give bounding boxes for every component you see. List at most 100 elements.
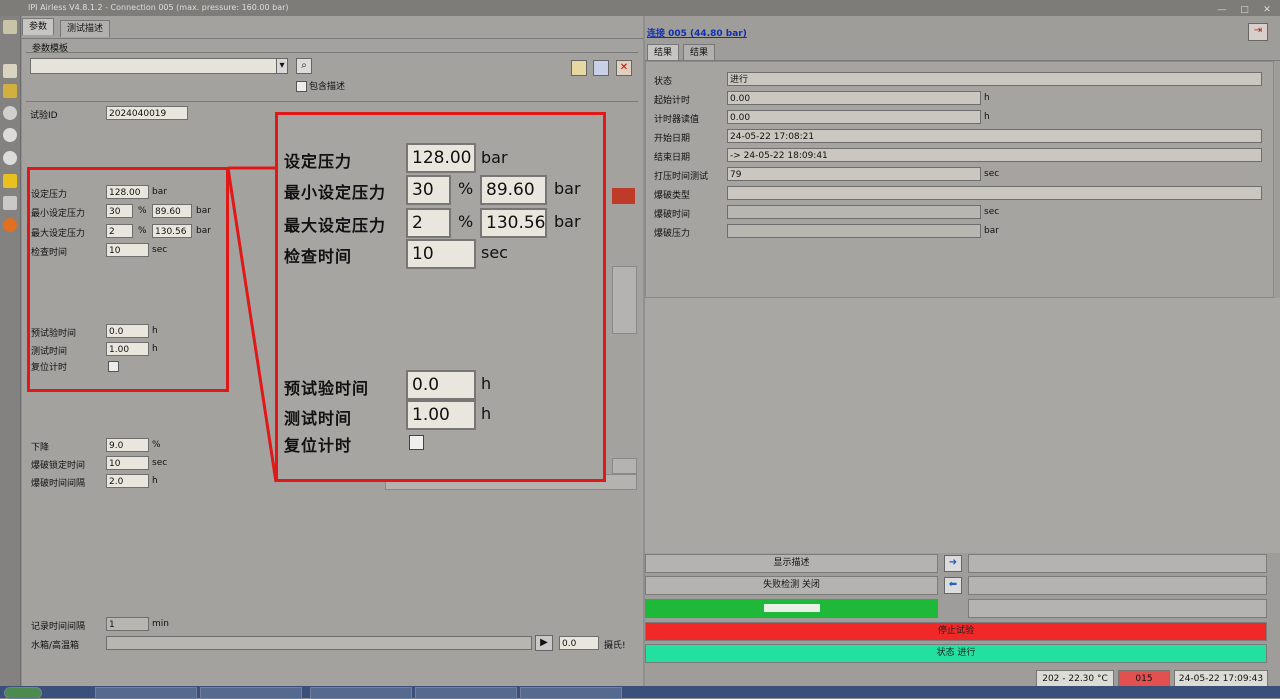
help-icon[interactable]: [3, 196, 17, 210]
stop-test-button[interactable]: 停止试验: [645, 622, 1267, 641]
taskbar-app[interactable]: [95, 687, 197, 699]
zoom-pretest-time-field[interactable]: 0.0: [406, 370, 476, 400]
record-interval-unit: min: [152, 619, 169, 629]
progress-button[interactable]: [645, 599, 938, 618]
taskbar-app[interactable]: [415, 687, 517, 699]
drop-field[interactable]: 9.0: [106, 438, 149, 452]
close-icon[interactable]: ✕: [1260, 5, 1274, 16]
zoom-overlay: 设定压力 128.00 bar 最小设定压力 30 % 89.60 bar 最大…: [275, 112, 606, 482]
status-bar-button[interactable]: 状态 进行: [645, 644, 1267, 663]
document-button[interactable]: [968, 554, 1267, 573]
chart-area: [645, 298, 1280, 553]
list-icon[interactable]: [3, 64, 17, 78]
row-label: 爆破时间: [654, 210, 691, 220]
fail-detect-button[interactable]: 失败检测 关闭: [645, 576, 938, 595]
record-interval-field[interactable]: 1: [106, 617, 149, 631]
burst-time-field: [727, 205, 981, 219]
row-label: 结束日期: [654, 153, 691, 163]
include-desc-checkbox[interactable]: [296, 81, 307, 92]
obscured-box: [612, 266, 637, 334]
template-bottom-line: [26, 101, 638, 102]
zoom-check-time-field[interactable]: 10: [406, 239, 476, 269]
zoom-set-pressure-field[interactable]: 128.00: [406, 143, 476, 173]
connection-title[interactable]: 连接 005 (44.80 bar): [647, 26, 747, 39]
burst-lock-time-label: 爆破锁定时间: [31, 461, 86, 471]
zoom-reset-timer-checkbox[interactable]: [409, 435, 424, 450]
zoom-reset-timer-label: 复位计时: [284, 436, 353, 455]
left-toolbar: [0, 16, 21, 686]
end-date-field: -> 24-05-22 18:09:41: [727, 148, 1262, 162]
taskbar-app[interactable]: [520, 687, 622, 699]
taskbar: [0, 686, 1280, 699]
arrow-right-icon[interactable]: ▶: [535, 635, 553, 651]
chevron-down-icon[interactable]: ▾: [276, 58, 288, 74]
new-file-icon[interactable]: [571, 60, 587, 76]
tool-button[interactable]: [968, 576, 1267, 595]
taskbar-app[interactable]: [310, 687, 412, 699]
template-group-line: [26, 52, 638, 53]
search-icon[interactable]: ⌕: [296, 58, 312, 74]
start-date-field: 24-05-22 17:08:21: [727, 129, 1262, 143]
arrow-right-icon[interactable]: [3, 128, 17, 142]
tab-result-1[interactable]: 结果: [647, 44, 680, 61]
test-id-field[interactable]: 2024040019: [106, 106, 188, 120]
tool-icon[interactable]: [3, 20, 17, 34]
zoom-min-pressure-pct-field[interactable]: 30: [406, 175, 451, 205]
tank-temp-unit: 摄氏!: [604, 641, 626, 651]
burst-lock-time-field[interactable]: 10: [106, 456, 149, 470]
arrow-right-icon[interactable]: ➜: [944, 555, 962, 572]
taskbar-app[interactable]: [200, 687, 302, 699]
maximize-icon[interactable]: □: [1237, 5, 1251, 16]
zoom-test-time-label: 测试时间: [284, 409, 353, 428]
result-grid: 状态 进行 起始计时 0.00 h 计时器读值 0.00 h 开始日期 24-0…: [645, 61, 1274, 298]
zoom-min-pressure-field[interactable]: 89.60: [480, 175, 547, 205]
start-timer-field: 0.00: [727, 91, 981, 105]
row-label: 爆破压力: [654, 229, 691, 239]
start-button[interactable]: [4, 687, 42, 699]
row-unit: h: [984, 93, 990, 103]
row-label: 起始计时: [654, 96, 691, 106]
save-icon[interactable]: [593, 60, 609, 76]
zoom-max-pressure-unit: bar: [554, 212, 581, 231]
drop-unit: %: [152, 440, 161, 450]
row-label: 打压时间测试: [654, 172, 709, 182]
progress-indicator: [763, 603, 820, 612]
minimize-icon[interactable]: —: [1215, 5, 1229, 16]
zoom-test-time-field[interactable]: 1.00: [406, 400, 476, 430]
window-title: IPI Airless V4.8.1.2 - Connection 005 (m…: [28, 3, 289, 12]
refresh-icon[interactable]: [3, 106, 17, 120]
zoom-max-pressure-label: 最大设定压力: [284, 216, 387, 235]
zoom-max-pressure-pct-field[interactable]: 2: [406, 208, 451, 238]
tank-temp-field[interactable]: 0.0: [559, 636, 599, 650]
template-select[interactable]: [30, 58, 288, 74]
include-desc-label: 包含描述: [309, 82, 346, 92]
results-panel: 连接 005 (44.80 bar) ⇥ 结果 结果 状态 进行 起始计时 0.…: [645, 16, 1280, 688]
tab-result-2[interactable]: 结果: [683, 44, 716, 61]
arrow-left-icon[interactable]: [3, 151, 17, 165]
warning-icon[interactable]: [3, 174, 17, 188]
lock-icon[interactable]: [3, 84, 17, 98]
tab-params[interactable]: 参数: [22, 18, 55, 35]
exit-icon[interactable]: ⇥: [1248, 23, 1268, 41]
stop-icon[interactable]: [3, 218, 17, 232]
burst-interval-field[interactable]: 2.0: [106, 474, 149, 488]
test-id-label: 试验ID: [30, 111, 58, 121]
misc-button[interactable]: [968, 599, 1267, 618]
arrow-left-icon[interactable]: ⬅: [944, 577, 962, 594]
tab-test-description[interactable]: 测试描述: [60, 20, 111, 37]
pressurize-time-field: 79: [727, 167, 981, 181]
zoom-set-pressure-label: 设定压力: [284, 152, 353, 171]
obscured-button[interactable]: [612, 458, 637, 474]
row-label: 状态: [654, 77, 673, 87]
drop-label: 下降: [31, 443, 50, 453]
zoom-max-pressure-field[interactable]: 130.56: [480, 208, 547, 238]
zoom-pretest-time-unit: h: [481, 374, 492, 393]
burst-lock-time-unit: sec: [152, 458, 168, 468]
title-bar: IPI Airless V4.8.1.2 - Connection 005 (m…: [0, 0, 1280, 16]
show-description-button[interactable]: 显示描述: [645, 554, 938, 573]
tank-select[interactable]: [106, 636, 532, 650]
delete-icon[interactable]: ✕: [616, 60, 632, 76]
pressure-indicator: [612, 188, 635, 204]
zoom-test-time-unit: h: [481, 404, 492, 423]
row-label: 计时器读值: [654, 115, 700, 125]
